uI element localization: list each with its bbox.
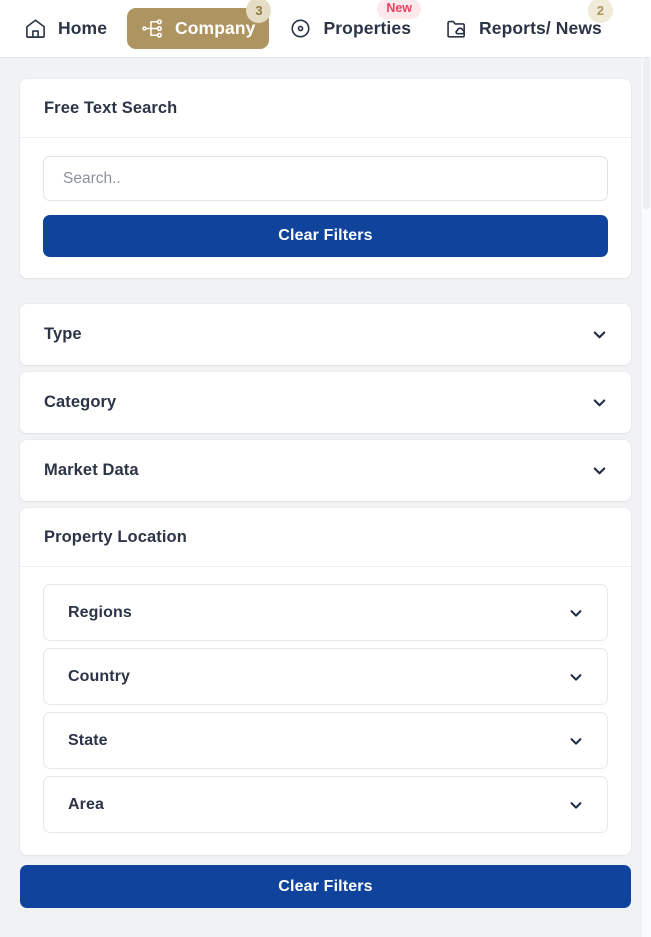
chevron-down-icon[interactable] [566,667,585,686]
location-select-regions-label: Regions [68,603,132,621]
chevron-down-icon[interactable] [590,461,609,480]
accordion-market-data: Market Data [20,440,631,501]
accordion-market-data-label: Market Data [44,461,139,479]
nav-item-company[interactable]: Company 3 [127,0,272,49]
location-select-area-label: Area [68,795,104,813]
clear-filters-button-bottom[interactable]: Clear Filters [20,865,631,908]
page-scrollbar[interactable] [642,57,651,937]
free-text-search-body: Clear Filters [20,138,631,278]
circle-dot-icon [289,17,312,40]
accordion-category: Category [20,372,631,433]
nav-badge-reports-news: 2 [587,0,613,23]
nav-label-home: Home [58,18,108,38]
nav-label-company: Company [175,18,256,38]
nav-item-home[interactable]: Home [10,8,121,49]
chevron-down-icon[interactable] [590,393,609,412]
bottom-button-wrapper: Clear Filters [20,855,631,922]
nav-label-properties: Properties [323,18,412,38]
folder-cloud-icon [445,17,468,40]
accordion-type: Type [20,304,631,365]
accordion-category-header[interactable]: Category [20,372,631,433]
chevron-down-icon[interactable] [566,603,585,622]
nav-item-properties[interactable]: Properties New [275,0,425,49]
page-scrollbar-thumb[interactable] [643,57,650,209]
nav-badge-properties-new: New [377,0,422,19]
org-chart-icon [141,17,164,40]
location-select-country[interactable]: Country [43,648,608,705]
location-select-regions[interactable]: Regions [43,584,608,641]
chevron-down-icon[interactable] [566,795,585,814]
property-location-card: Property Location Regions Country State … [20,508,631,855]
nav-label-reports-news: Reports/ News [479,18,602,38]
accordion-category-label: Category [44,393,117,411]
chevron-down-icon[interactable] [590,325,609,344]
location-select-country-label: Country [68,667,131,685]
filter-panel-scroll-area: Free Text Search Clear Filters Type Cate… [0,57,651,937]
property-location-title: Property Location [20,508,631,567]
free-text-search-card: Free Text Search Clear Filters [20,79,631,278]
nav-item-reports-news[interactable]: Reports/ News 2 [431,0,616,49]
free-text-search-title: Free Text Search [20,79,631,138]
location-select-state[interactable]: State [43,712,608,769]
clear-filters-button-top[interactable]: Clear Filters [43,215,608,257]
nav-badge-company: 3 [246,0,272,23]
property-location-body: Regions Country State Area [20,567,631,855]
search-input[interactable] [43,156,608,201]
location-select-state-label: State [68,731,108,749]
home-icon [24,17,47,40]
location-select-area[interactable]: Area [43,776,608,833]
chevron-down-icon[interactable] [566,731,585,750]
top-navigation-bar: Home Company 3 Properties New Reports/ N… [0,0,651,57]
accordion-type-label: Type [44,325,82,343]
accordion-type-header[interactable]: Type [20,304,631,365]
accordion-market-data-header[interactable]: Market Data [20,440,631,501]
